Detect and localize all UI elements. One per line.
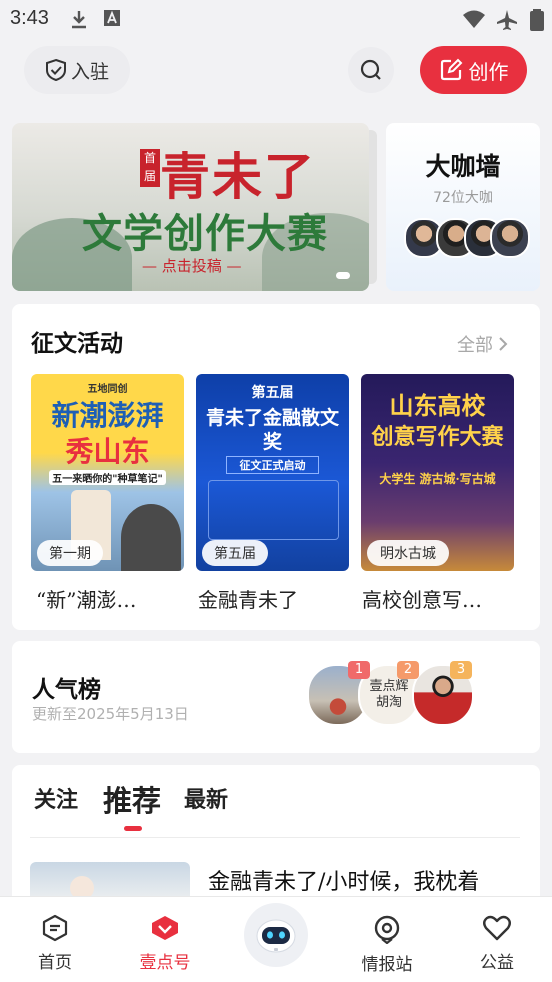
- banner-cta: — 点击投稿 —: [142, 257, 242, 275]
- popularity-updated: 更新至2025年5月13日: [32, 705, 189, 723]
- tab-follow[interactable]: 关注: [34, 782, 78, 814]
- shield-check-icon: [45, 58, 66, 82]
- home-icon: [42, 914, 68, 942]
- nav-item-home[interactable]: 首页: [15, 914, 95, 973]
- banner-title-line2: 文学创作大赛: [82, 210, 328, 257]
- chevron-right-icon: [499, 337, 508, 351]
- battery-icon: [530, 9, 544, 31]
- poster-road: [121, 504, 181, 571]
- wall-subtitle: 72位大咖: [433, 190, 493, 206]
- poster-subtitle: 大学生 游古城·写古城: [379, 472, 496, 486]
- create-button[interactable]: 创作: [420, 46, 527, 94]
- rank-badge-3: 3: [450, 661, 472, 679]
- download-icon: [72, 11, 86, 29]
- poster-subtitle: 五一来晒你的"种草笔记": [49, 470, 166, 485]
- tab-latest[interactable]: 最新: [184, 782, 228, 814]
- see-all-label: 全部: [457, 335, 493, 356]
- search-button[interactable]: [348, 47, 394, 93]
- poster-frame: [208, 480, 339, 540]
- robot-icon: [256, 919, 296, 953]
- intel-station-icon: [374, 915, 400, 944]
- edit-icon: [440, 58, 462, 81]
- status-bar: 3:43: [0, 0, 552, 38]
- poster-top-text: 五地同创: [87, 384, 128, 395]
- poster-badge: 第一期: [37, 540, 103, 566]
- popularity-title: 人气榜: [32, 676, 101, 703]
- nav-item-yidianhao[interactable]: 壹点号: [125, 914, 205, 973]
- search-icon: [360, 59, 381, 80]
- article-thumbnail[interactable]: [30, 862, 190, 896]
- article-title[interactable]: 金融青未了/小时候，我枕着: [208, 864, 528, 896]
- heart-icon: [483, 915, 511, 941]
- poster-badge: 明水古城: [367, 540, 449, 566]
- poster-subtitle: 征文正式启动: [226, 456, 319, 474]
- essay-section-title: 征文活动: [31, 330, 123, 357]
- nav-label: 壹点号: [139, 953, 191, 973]
- nav-label: 情报站: [361, 955, 413, 975]
- contest-banner[interactable]: 首届 青未了 文学创作大赛 — 点击投稿 —: [12, 123, 369, 291]
- rank-avatar-calligraphy: 壹点辉 胡淘: [369, 679, 409, 710]
- join-button[interactable]: 入驻: [24, 46, 130, 94]
- nav-label: 公益: [480, 953, 514, 973]
- heart-badge-icon: [152, 916, 178, 940]
- poster-headline-2: 创意写作大赛: [371, 424, 504, 450]
- wall-title: 大咖墙: [425, 152, 501, 181]
- poster-headline: 新潮澎湃: [51, 399, 164, 432]
- feed-divider: [30, 837, 520, 838]
- poster-headline: 青未了金融散文奖: [205, 407, 339, 453]
- banner-tag: 首届: [140, 149, 160, 187]
- join-label: 入驻: [70, 60, 109, 83]
- rank-badge-2: 2: [397, 661, 419, 679]
- banner-next-peek: [369, 130, 377, 284]
- poster-headline-2: 秀山东: [65, 435, 150, 468]
- nav-item-intel-station[interactable]: 情报站: [347, 914, 427, 975]
- avatar: [490, 218, 530, 258]
- poster-caption[interactable]: “新”潮澎…: [36, 584, 196, 613]
- poster-top-text: 第五届: [251, 385, 294, 401]
- tab-recommend[interactable]: 推荐: [103, 778, 161, 820]
- poster-caption[interactable]: 金融青未了: [198, 584, 358, 613]
- ai-assistant-button[interactable]: [244, 903, 308, 967]
- airplane-icon: [497, 10, 517, 30]
- poster-caption[interactable]: 高校创意写…: [362, 584, 522, 613]
- thumbnail-figure: [70, 876, 94, 896]
- wifi-icon: [463, 10, 485, 28]
- banner-title-line1: 青未了: [160, 147, 316, 206]
- see-all-link[interactable]: 全部: [457, 331, 509, 357]
- font-a-icon: [104, 10, 120, 26]
- nav-label: 首页: [38, 953, 72, 973]
- rank-badge-1: 1: [348, 661, 370, 679]
- create-label: 创作: [468, 59, 509, 84]
- carousel-indicator: [336, 272, 350, 279]
- big-names-wall-card[interactable]: 大咖墙 72位大咖: [386, 123, 540, 291]
- nav-item-charity[interactable]: 公益: [457, 914, 537, 973]
- status-time: 3:43: [10, 7, 49, 29]
- active-tab-indicator: [124, 826, 142, 831]
- poster-headline: 山东高校: [389, 391, 486, 420]
- poster-badge: 第五届: [202, 540, 268, 566]
